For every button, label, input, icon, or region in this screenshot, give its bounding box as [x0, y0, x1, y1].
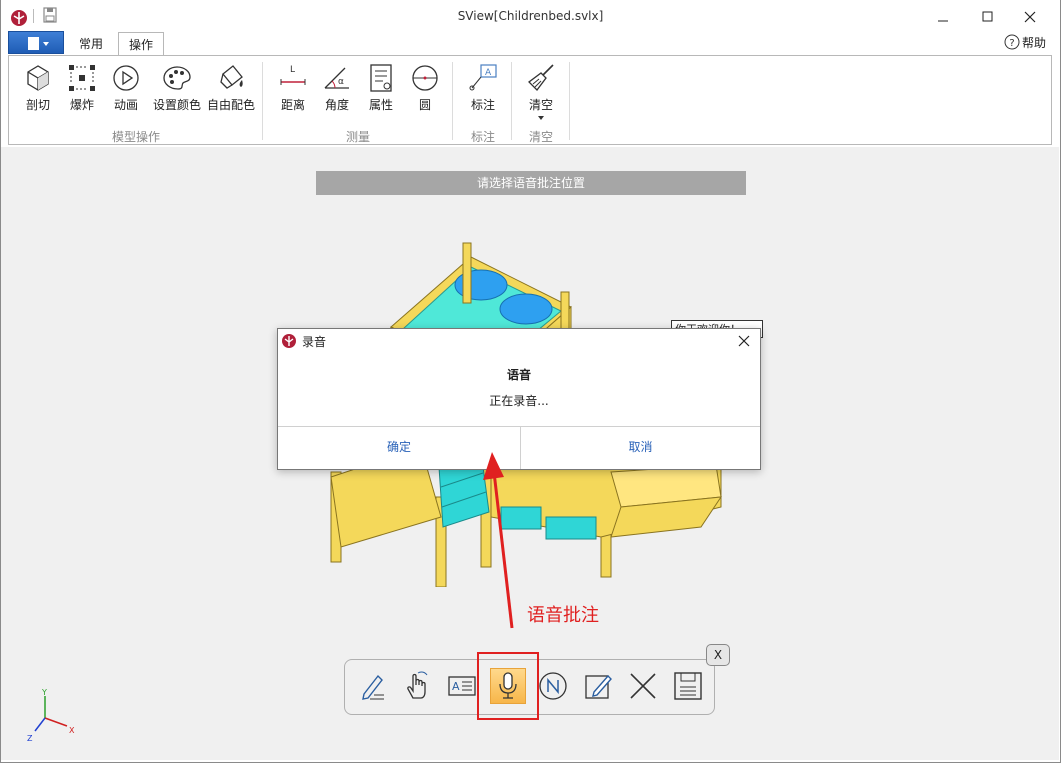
window-title: SView[Childrenbed.svlx]: [457, 9, 604, 23]
circle-measure-icon: [412, 65, 438, 91]
title-bar: SView[Childrenbed.svlx]: [1, 0, 1060, 32]
explode-button[interactable]: 爆炸: [57, 62, 107, 113]
svg-text:L: L: [290, 65, 295, 75]
play-icon: [113, 65, 139, 91]
svg-text:α: α: [338, 77, 344, 87]
circle-label: 圆: [418, 98, 431, 112]
distance-icon: L: [280, 65, 306, 85]
free-color-label: 自由配色: [206, 98, 255, 112]
text-annotation-icon: A: [448, 676, 476, 696]
app-logo-icon: [282, 334, 296, 348]
delete-button[interactable]: [625, 668, 661, 704]
file-menu-button[interactable]: [8, 31, 64, 54]
save-icon: [674, 672, 702, 700]
axis-x-label: X: [69, 726, 75, 735]
group-label-model: 模型操作: [111, 130, 160, 144]
help-label: 帮助: [1022, 35, 1047, 50]
clear-label: 清空: [528, 98, 553, 112]
annotate-label: 标注: [470, 98, 495, 112]
animation-label: 动画: [113, 98, 138, 112]
annotate-button[interactable]: A 标注: [458, 62, 508, 113]
svg-text:?: ?: [1009, 38, 1014, 49]
explode-label: 爆炸: [69, 98, 94, 112]
toolbar-close-button[interactable]: X: [706, 644, 730, 666]
annotation-label: 语音批注: [527, 605, 599, 626]
group-divider: [262, 62, 263, 140]
axis-triad: Y X Z: [27, 688, 75, 742]
section-cut-icon: [27, 65, 49, 91]
file-menu-icon: [28, 37, 49, 50]
paint-bucket-icon: [220, 65, 243, 89]
axis-z-label: Z: [27, 734, 33, 742]
dialog-title-bar: 录音: [278, 329, 760, 353]
hand-gesture-icon: [407, 671, 428, 699]
broom-icon: [528, 64, 554, 91]
tab-common[interactable]: 常用: [70, 33, 112, 55]
group-divider: [569, 62, 570, 140]
group-divider: [452, 62, 453, 140]
help-button[interactable]: ? 帮助: [1004, 33, 1046, 51]
minimize-icon[interactable]: [928, 6, 958, 28]
group-label-clear: 清空: [528, 130, 553, 144]
close-icon[interactable]: [1015, 6, 1045, 28]
pen-annotation-icon: [362, 674, 384, 700]
angle-label: 角度: [324, 98, 349, 112]
cancel-button[interactable]: 取消: [521, 427, 760, 469]
group-divider: [511, 62, 512, 140]
pen-annotation-button[interactable]: [354, 668, 390, 704]
svg-text:A: A: [485, 68, 492, 78]
angle-button[interactable]: α 角度: [312, 62, 362, 113]
dialog-title: 录音: [302, 335, 327, 349]
prompt-bar: 请选择语音批注位置: [316, 171, 746, 195]
explode-icon: [69, 65, 95, 91]
dialog-heading: 语音: [506, 368, 531, 382]
help-icon: ?: [1004, 34, 1020, 50]
recording-dialog: 录音 语音 正在录音... 确定 取消: [277, 328, 761, 470]
animation-button[interactable]: 动画: [101, 62, 151, 113]
section-button[interactable]: 剖切: [13, 62, 63, 113]
edit-icon: [585, 674, 612, 699]
text-annotation-button[interactable]: A: [444, 668, 480, 704]
properties-icon: [370, 64, 392, 92]
note-button[interactable]: [535, 668, 571, 704]
palette-icon: [163, 66, 191, 90]
set-color-button[interactable]: 设置颜色: [151, 62, 203, 113]
maximize-icon[interactable]: [972, 6, 1002, 28]
save-annotation-button[interactable]: [670, 668, 706, 704]
distance-label: 距离: [280, 98, 305, 112]
section-label: 剖切: [25, 98, 50, 112]
free-color-button[interactable]: 自由配色: [205, 62, 257, 113]
properties-button[interactable]: 属性: [356, 62, 406, 113]
angle-icon: α: [324, 67, 349, 89]
dialog-message: 正在录音...: [489, 394, 549, 408]
annotation-icon: A: [469, 64, 497, 91]
close-icon[interactable]: [736, 333, 752, 349]
delete-icon: [630, 673, 656, 699]
gesture-button[interactable]: [399, 668, 435, 704]
group-label-annotate: 标注: [470, 130, 495, 144]
group-label-measure: 测量: [345, 130, 370, 144]
dropdown-arrow-icon: [538, 116, 544, 120]
annotation-arrow: [483, 452, 514, 629]
tab-operations[interactable]: 操作: [118, 32, 164, 56]
axis-y-label: Y: [41, 688, 47, 697]
note-icon: [539, 672, 567, 700]
distance-button[interactable]: L 距离: [268, 62, 318, 113]
highlight-box: [477, 652, 539, 720]
properties-label: 属性: [368, 98, 393, 112]
edit-button[interactable]: [580, 668, 616, 704]
svg-text:A: A: [452, 680, 460, 693]
clear-button[interactable]: 清空: [516, 62, 566, 121]
circle-button[interactable]: 圆: [400, 62, 450, 113]
set-color-label: 设置颜色: [152, 98, 201, 112]
ribbon: 剖切 爆炸 动画 设置颜色 自由配色 模型操作 L 距离 α 角度 属性 圆 测…: [8, 55, 1052, 145]
